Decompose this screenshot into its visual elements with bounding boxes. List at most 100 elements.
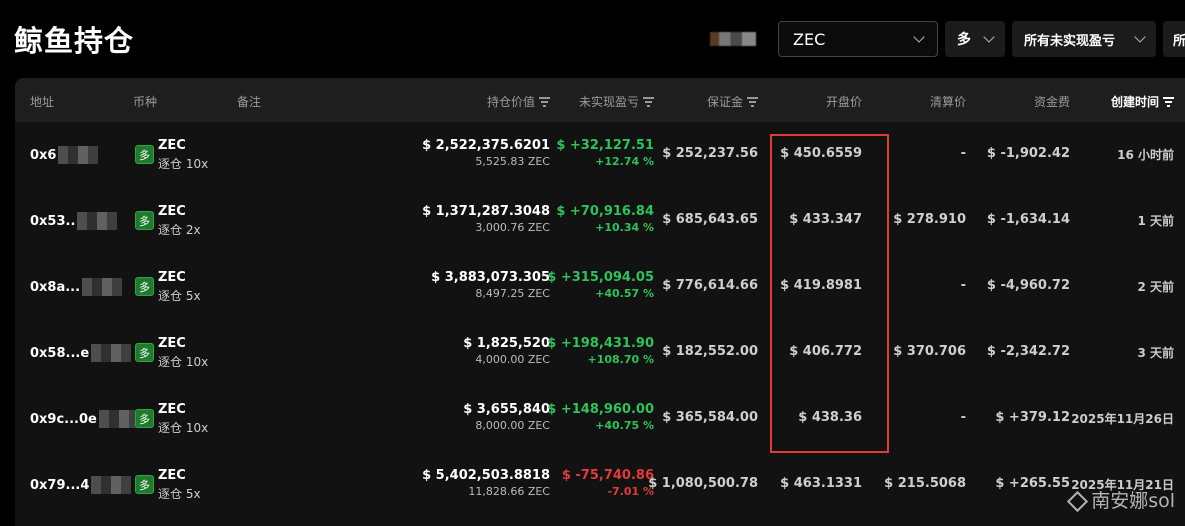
position-size: 8,000.00 ZEC	[475, 419, 550, 432]
position-value: $ 5,402,503.8818	[422, 468, 550, 483]
unrealized-pnl-percent: +40.75 %	[595, 419, 654, 432]
unrealized-pnl: $ -75,740.86	[561, 468, 654, 483]
redacted-address-blur	[98, 410, 139, 428]
unrealized-pnl-percent: +12.74 %	[595, 155, 654, 168]
col-margin[interactable]: 保证金	[707, 93, 758, 110]
user-avatar[interactable]	[710, 32, 756, 46]
wallet-address[interactable]: 0x53..	[30, 212, 118, 230]
table-row[interactable]: 0x6 多 ZEC 逐仓 10x $ 2,522,375.6201 5,525.83 ZE…	[15, 122, 1185, 188]
long-side-badge: 多	[135, 409, 154, 428]
leverage-mode: 逐仓 10x	[158, 157, 209, 171]
redacted-address-blur	[77, 212, 118, 230]
coin-symbol: ZEC	[158, 402, 186, 417]
leverage-mode: 逐仓 5x	[158, 487, 201, 501]
positions-table: 地址 币种 备注 持仓价值 未实现盈亏 保证金 开盘价 清算价 资金费 创建时间…	[15, 78, 1185, 526]
position-value: $ 2,522,375.6201	[422, 138, 550, 153]
position-value-cell: $ 5,402,503.8818 11,828.66 ZEC	[422, 468, 550, 498]
table-row[interactable]: 0x79...4 多 ZEC 逐仓 5x $ 5,402,503.8818 11,828.…	[15, 452, 1185, 518]
long-side-badge: 多	[135, 145, 154, 164]
coin-symbol: ZEC	[158, 204, 186, 219]
table-row[interactable]: 0x8a... 多 ZEC 逐仓 5x $ 3,883,073.305 8,497.25 …	[15, 254, 1185, 320]
coin-symbol: ZEC	[158, 468, 186, 483]
table-header: 地址 币种 备注 持仓价值 未实现盈亏 保证金 开盘价 清算价 资金费 创建时间	[15, 78, 1185, 122]
page-title: 鲸鱼持仓	[14, 24, 135, 58]
margin-value: $ 182,552.00	[662, 344, 758, 359]
coin-cell: ZEC 逐仓 10x	[158, 138, 208, 172]
position-value-cell: $ 1,371,287.3048 3,000.76 ZEC	[422, 204, 550, 234]
long-side-badge: 多	[135, 475, 154, 494]
sort-icon[interactable]	[1163, 97, 1174, 107]
wallet-address[interactable]: 0x8a...	[30, 278, 123, 296]
position-value: $ 1,371,287.3048	[422, 204, 550, 219]
col-created-time[interactable]: 创建时间	[1111, 93, 1174, 110]
col-unrealized-pnl[interactable]: 未实现盈亏	[579, 93, 654, 110]
sort-icon[interactable]	[539, 97, 550, 107]
entry-price-highlight-box	[770, 134, 889, 453]
redacted-address-blur	[82, 278, 123, 296]
position-value-cell: $ 3,883,073.305 8,497.25 ZEC	[431, 270, 550, 300]
unrealized-pnl-cell: $ +315,094.05 +40.57 %	[547, 270, 654, 300]
unrealized-pnl: $ +315,094.05	[547, 270, 654, 285]
wallet-address[interactable]: 0x9c...0e	[30, 410, 139, 428]
leverage-mode: 逐仓 10x	[158, 421, 209, 435]
col-note: 备注	[237, 95, 262, 109]
wallet-address[interactable]: 0x58...e	[30, 344, 132, 362]
funding-fee: $ +265.55	[995, 476, 1070, 491]
pnl-select-value: 所有未实现盈亏	[1024, 33, 1116, 49]
entry-price: $ 463.1331	[780, 476, 862, 491]
long-side-badge: 多	[135, 277, 154, 296]
unrealized-pnl: $ +32,127.51	[556, 138, 654, 153]
position-size: 11,828.66 ZEC	[468, 485, 550, 498]
margin-value: $ 776,614.66	[662, 278, 758, 293]
unrealized-pnl-cell: $ -75,740.86 -7.01 %	[562, 468, 654, 498]
funding-fee: $ -2,342.72	[986, 344, 1070, 359]
margin-value: $ 685,643.65	[662, 212, 758, 227]
table-row[interactable]: 0x58...e 多 ZEC 逐仓 10x $ 1,825,520 4,000.00 ZE…	[15, 320, 1185, 386]
wallet-address[interactable]: 0x79...4	[30, 476, 132, 494]
pnl-select[interactable]: 所有未实现盈亏	[1012, 21, 1156, 57]
funding-fee: $ +379.12	[995, 410, 1070, 425]
extra-filter-select[interactable]: 所	[1163, 21, 1185, 57]
col-coin: 币种	[133, 95, 158, 109]
funding-fee: $ -1,634.14	[986, 212, 1070, 227]
long-side-badge: 多	[135, 211, 154, 230]
position-value-cell: $ 3,655,840 8,000.00 ZEC	[463, 402, 550, 432]
redacted-address-blur	[91, 476, 132, 494]
chevron-down-icon	[983, 31, 995, 43]
coin-cell: ZEC 逐仓 10x	[158, 336, 208, 370]
direction-select[interactable]: 多	[945, 21, 1005, 57]
chevron-down-icon	[913, 31, 925, 43]
leverage-mode: 逐仓 5x	[158, 289, 201, 303]
margin-value: $ 252,237.56	[662, 146, 758, 161]
position-value-cell: $ 2,522,375.6201 5,525.83 ZEC	[422, 138, 550, 168]
coin-symbol: ZEC	[158, 336, 186, 351]
position-size: 8,497.25 ZEC	[475, 287, 550, 300]
col-funding: 资金费	[1033, 95, 1070, 109]
col-position-value[interactable]: 持仓价值	[487, 93, 550, 110]
position-value-cell: $ 1,825,520 4,000.00 ZEC	[463, 336, 550, 366]
unrealized-pnl-percent: +10.34 %	[595, 221, 654, 234]
sort-icon[interactable]	[747, 97, 758, 107]
position-size: 5,525.83 ZEC	[475, 155, 550, 168]
unrealized-pnl-percent: -7.01 %	[607, 485, 654, 498]
liquidation-price: -	[960, 146, 966, 161]
unrealized-pnl-cell: $ +70,916.84 +10.34 %	[556, 204, 654, 234]
wallet-address[interactable]: 0x6	[30, 146, 99, 164]
created-time: 2025年11月26日	[1071, 412, 1174, 426]
margin-value: $ 365,584.00	[662, 410, 758, 425]
diamond-logo-icon	[1067, 491, 1085, 509]
coin-select[interactable]: ZEC	[778, 21, 938, 57]
coin-symbol: ZEC	[158, 270, 186, 285]
table-row[interactable]: 0x53.. 多 ZEC 逐仓 2x $ 1,371,287.3048 3,000.76 …	[15, 188, 1185, 254]
created-time: 2 天前	[1137, 280, 1174, 294]
sort-icon[interactable]	[643, 97, 654, 107]
table-row[interactable]: 0x9c...0e 多 ZEC 逐仓 10x $ 3,655,840 8,000.00 Z…	[15, 386, 1185, 452]
unrealized-pnl-cell: $ +148,960.00 +40.75 %	[547, 402, 654, 432]
unrealized-pnl: $ +198,431.90	[547, 336, 654, 351]
unrealized-pnl-cell: $ +198,431.90 +108.70 %	[547, 336, 654, 366]
position-size: 4,000.00 ZEC	[475, 353, 550, 366]
created-time: 3 天前	[1137, 346, 1174, 360]
chevron-down-icon	[1134, 31, 1146, 43]
col-entry-price: 开盘价	[825, 95, 862, 109]
watermark: 南安娜sol	[1067, 486, 1175, 513]
